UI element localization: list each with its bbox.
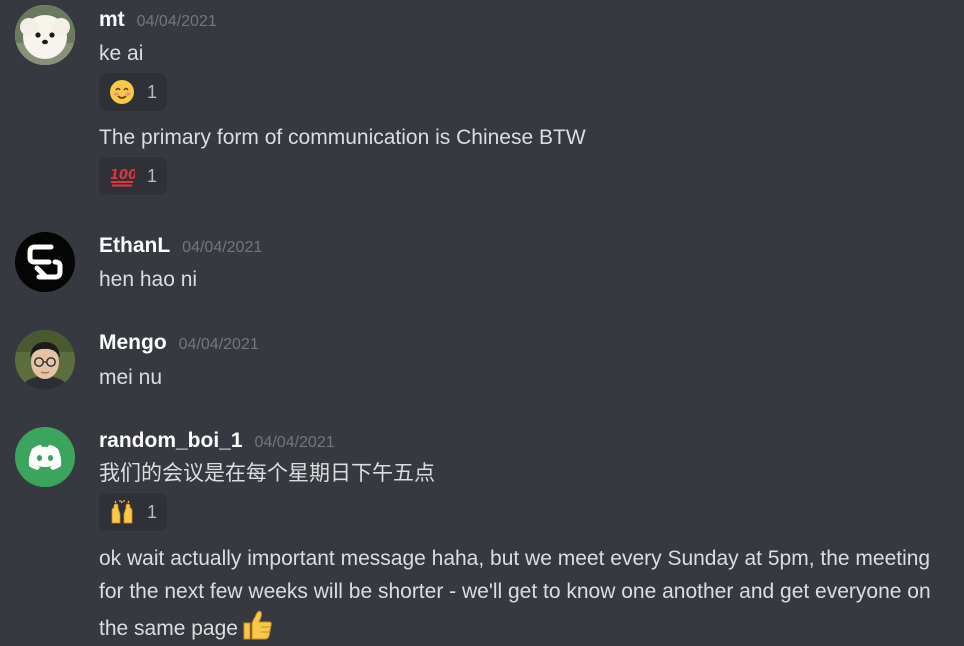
username[interactable]: mt xyxy=(99,8,125,32)
avatar-mt[interactable] xyxy=(15,5,75,65)
reaction-count: 1 xyxy=(147,165,158,186)
username[interactable]: Mengo xyxy=(99,331,167,355)
timestamp: 04/04/2021 xyxy=(178,336,259,353)
message-text: ok wait actually important message haha,… xyxy=(99,542,959,645)
timestamp: 04/04/2021 xyxy=(254,434,335,451)
avatar-ethanl[interactable] xyxy=(15,232,75,292)
hundred-points-icon: 100 xyxy=(110,168,135,187)
message-text: mei nu xyxy=(99,366,163,389)
svg-text:100: 100 xyxy=(110,168,135,183)
smiling-face-icon xyxy=(110,80,134,104)
timestamp: 04/04/2021 xyxy=(182,239,263,256)
message-text-content: ok wait actually important message haha,… xyxy=(99,547,931,640)
reaction-count: 1 xyxy=(147,501,158,522)
discord-logo-icon xyxy=(15,427,75,487)
white-fluffy-dog-icon xyxy=(15,5,75,65)
raising-hands-icon xyxy=(111,500,133,524)
avatar-random-boi-1[interactable] xyxy=(15,427,75,487)
avatar-mengo[interactable] xyxy=(15,330,75,390)
message-text: ke ai xyxy=(99,42,144,65)
username[interactable]: random_boi_1 xyxy=(99,429,243,453)
reaction-button[interactable]: 1 xyxy=(99,73,167,111)
reaction-button[interactable]: 100 1 xyxy=(99,157,167,195)
message-text: The primary form of communication is Chi… xyxy=(99,126,586,149)
username[interactable]: EthanL xyxy=(99,234,170,258)
reaction-count: 1 xyxy=(147,81,158,102)
message-text: hen hao ni xyxy=(99,268,198,291)
sk-logo-icon xyxy=(15,232,75,292)
person-glasses-icon xyxy=(15,330,75,390)
reaction-button[interactable]: 1 xyxy=(99,493,167,531)
timestamp: 04/04/2021 xyxy=(136,13,217,30)
thumbs-up-icon xyxy=(243,610,272,640)
message-text: 我们的会议是在每个星期日下午五点 xyxy=(99,462,435,485)
